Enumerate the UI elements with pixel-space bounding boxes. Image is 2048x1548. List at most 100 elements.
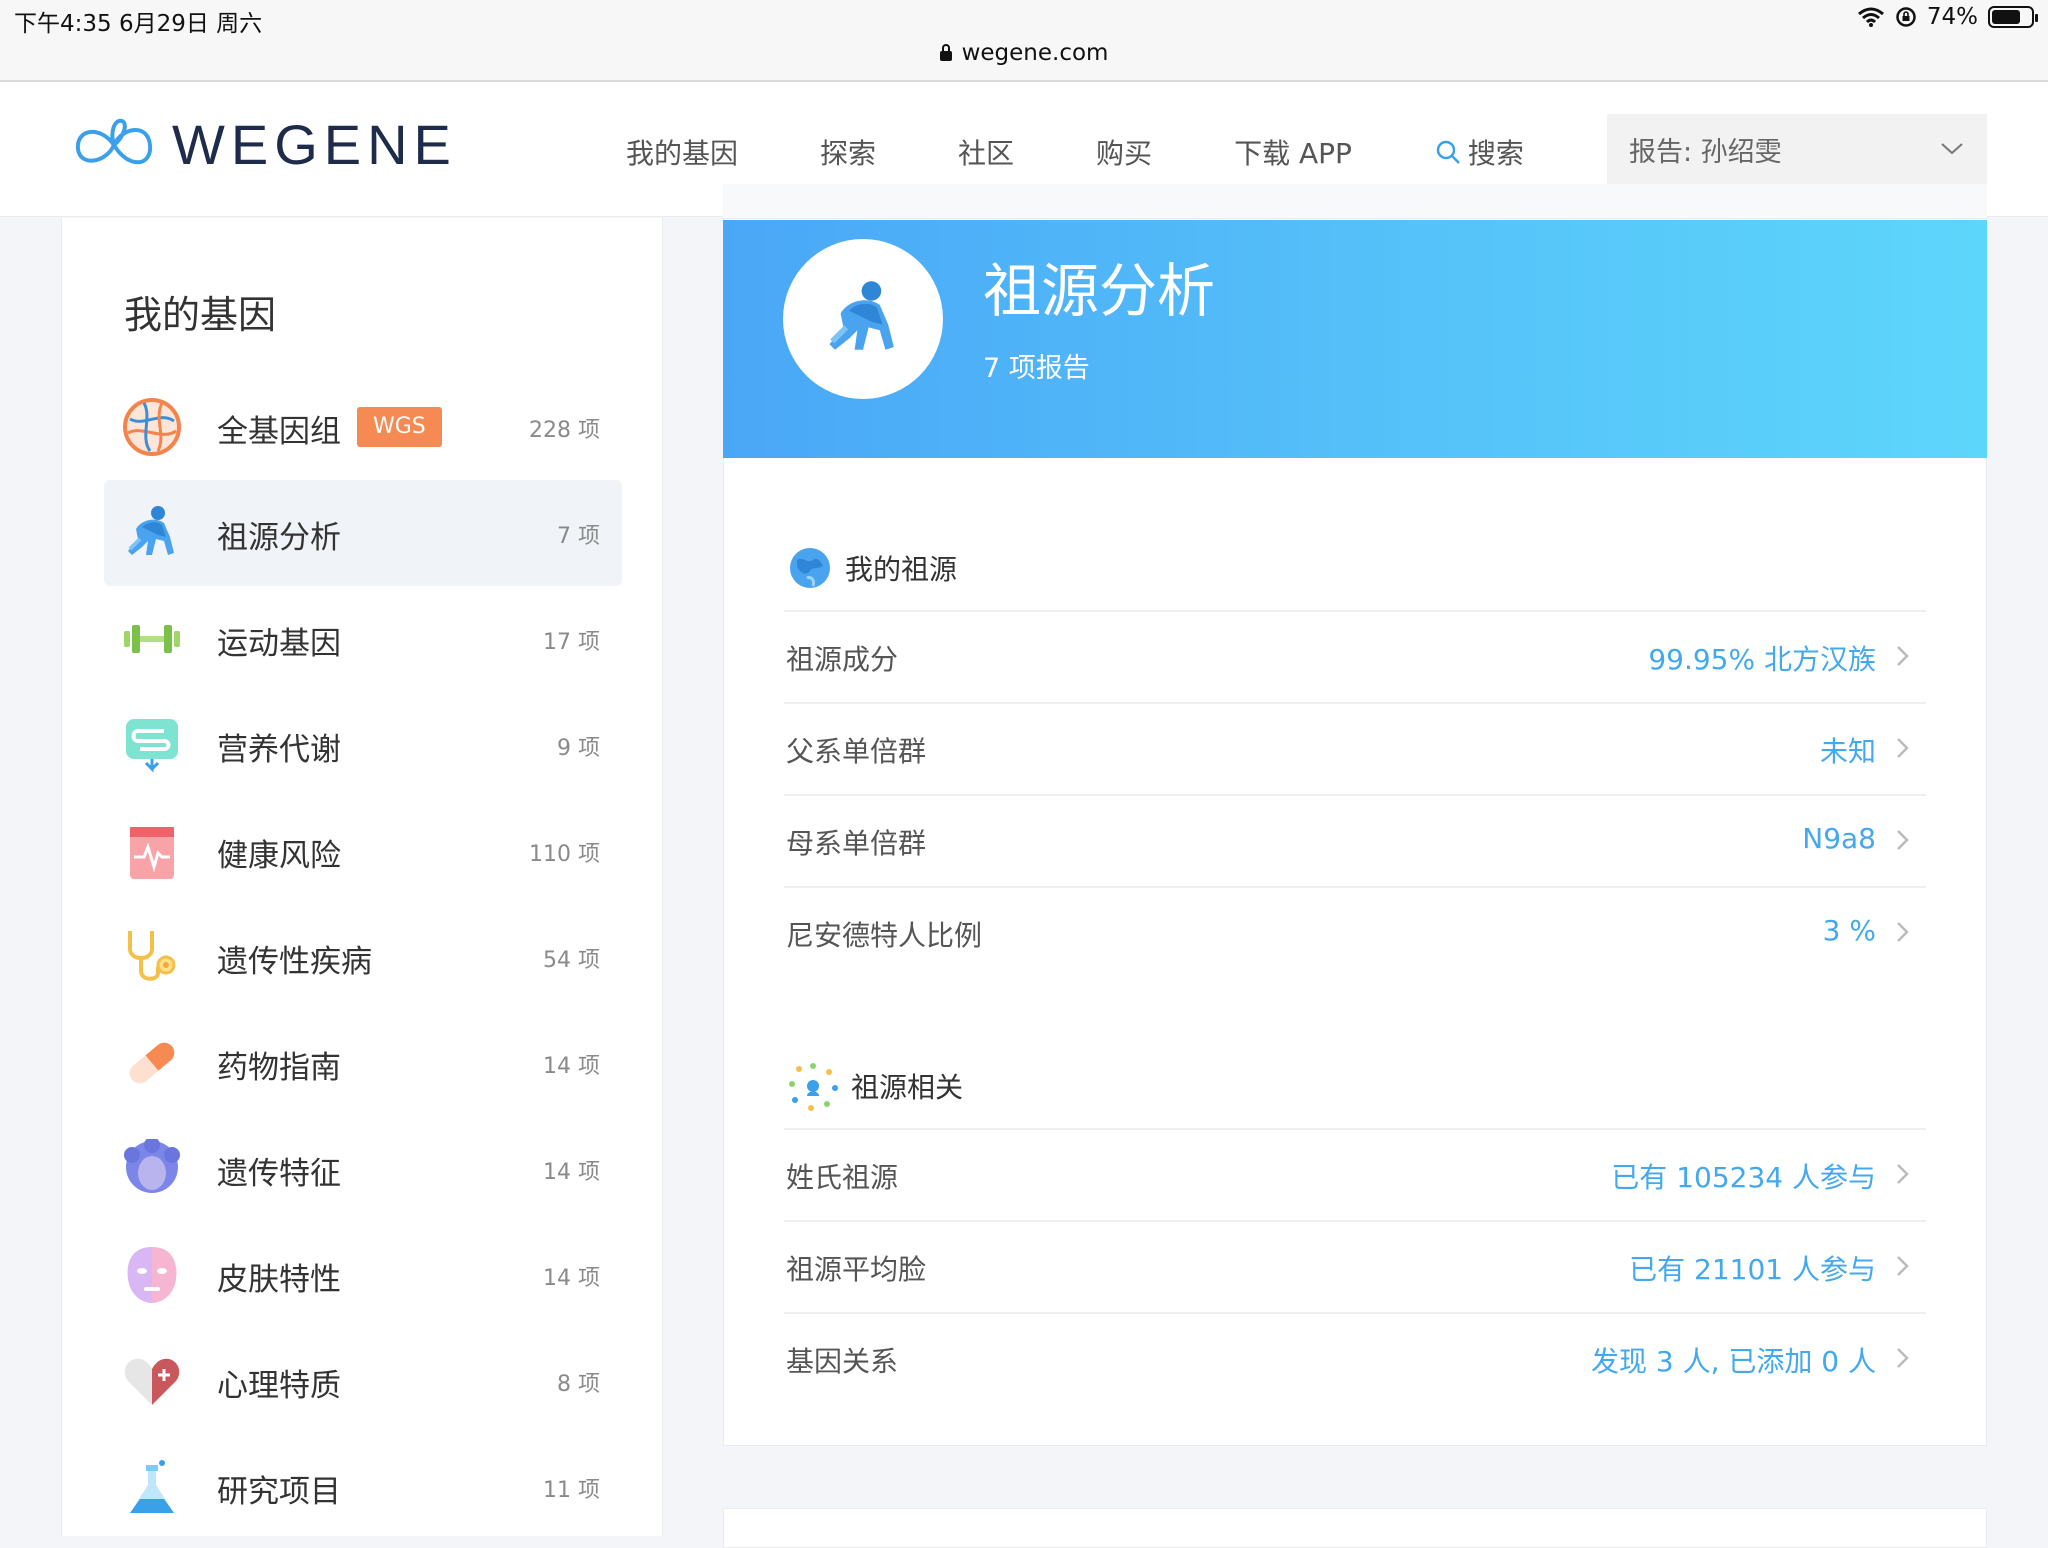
address-bar[interactable]: wegene.com	[0, 40, 2048, 66]
sidebar-item-label: 遗传特征	[217, 1156, 341, 1192]
sidebar-item-count: 14 项	[543, 1160, 600, 1185]
curly-hair-icon	[124, 1139, 180, 1193]
network-icon	[789, 1063, 838, 1111]
logo-text: WEGENE	[172, 113, 457, 176]
section-my-ancestry-header: 我的祖源	[787, 542, 957, 594]
chevron-right-icon	[1897, 1256, 1909, 1276]
sidebar-item-count: 228 项	[529, 418, 600, 443]
ancestry-banner: 祖源分析 7 项报告	[723, 220, 1987, 458]
row-label: 父系单倍群	[786, 735, 927, 768]
row-surname-ancestry[interactable]: 姓氏祖源 已有 105234 人参与	[784, 1128, 1926, 1219]
row-value: 3 %	[1822, 914, 1876, 947]
sidebar-item-sport[interactable]: 运动基因 17 项	[104, 586, 622, 692]
sidebar-item-label: 心理特质	[217, 1368, 341, 1404]
nav-my-genes[interactable]: 我的基因	[626, 132, 738, 172]
sidebar-item-psychology[interactable]: 心理特质 8 项	[104, 1328, 622, 1434]
row-genetic-relatives[interactable]: 基因关系 发现 3 人, 已添加 0 人	[784, 1312, 1926, 1403]
wgs-badge: WGS	[357, 407, 442, 447]
face-mask-icon	[127, 1247, 177, 1303]
row-value: 发现 3 人, 已添加 0 人	[1590, 1345, 1876, 1378]
stethoscope-icon	[128, 931, 176, 981]
sidebar-item-count: 9 项	[557, 736, 600, 761]
row-paternal-haplogroup[interactable]: 父系单倍群 未知	[784, 702, 1926, 793]
sidebar: 我的基因 全基因组 WGS 228 项 祖源分析 7 项 运动基因 17 项 营…	[61, 218, 663, 1536]
search-label: 搜索	[1467, 137, 1524, 170]
sidebar-item-genetic-disease[interactable]: 遗传性疾病 54 项	[104, 904, 622, 1010]
battery-icon	[1988, 6, 2038, 28]
banner-subtitle: 7 项报告	[983, 353, 1090, 384]
search-icon	[1436, 140, 1460, 164]
sidebar-item-count: 110 项	[529, 842, 600, 867]
sidebar-item-count: 14 项	[543, 1054, 600, 1079]
report-select[interactable]: 报告: 孙绍雯	[1607, 114, 1987, 184]
row-value: 未知	[1819, 735, 1876, 768]
dumbbell-icon	[124, 625, 180, 653]
sidebar-item-health-risk[interactable]: 健康风险 110 项	[104, 798, 622, 904]
row-maternal-haplogroup[interactable]: 母系单倍群 N9a8	[784, 794, 1926, 885]
row-label: 母系单倍群	[786, 827, 927, 860]
row-neanderthal-ratio[interactable]: 尼安德特人比例 3 %	[784, 886, 1926, 977]
section-ancestry-related-header: 祖源相关	[787, 1060, 963, 1112]
chevron-right-icon	[1897, 646, 1909, 666]
sidebar-item-count: 7 项	[557, 524, 600, 549]
sidebar-item-count: 8 项	[557, 1372, 600, 1397]
sidebar-item-research[interactable]: 研究项目 11 项	[104, 1434, 622, 1540]
sidebar-item-label: 营养代谢	[217, 732, 341, 768]
battery-percent: 74%	[1926, 4, 1978, 30]
chevron-down-icon	[1941, 143, 1963, 155]
main-top-strip	[723, 184, 1987, 218]
status-bar: 下午4:35 6月29日 周六 74% wegene.com	[0, 0, 2048, 82]
sidebar-item-label: 运动基因	[217, 626, 341, 662]
row-value: 已有 105234 人参与	[1611, 1161, 1876, 1194]
ancestry-ape-icon	[829, 281, 894, 350]
status-time: 下午4:35 6月29日 周六	[14, 11, 263, 37]
row-label: 祖源成分	[786, 643, 899, 676]
row-value: 已有 21101 人参与	[1629, 1253, 1876, 1286]
sidebar-title: 我的基因	[124, 293, 277, 337]
genome-icon	[123, 398, 181, 456]
section-title: 祖源相关	[851, 1071, 964, 1104]
row-value: N9a8	[1802, 822, 1876, 855]
sidebar-item-label: 研究项目	[217, 1474, 341, 1510]
nav-community[interactable]: 社区	[958, 132, 1014, 172]
sidebar-item-drug[interactable]: 药物指南 14 项	[104, 1010, 622, 1116]
sidebar-item-nutrition[interactable]: 营养代谢 9 项	[104, 692, 622, 798]
banner-icon-circle	[783, 239, 943, 399]
nav-search[interactable]: 搜索	[1434, 132, 1524, 172]
sidebar-item-count: 11 项	[543, 1478, 600, 1503]
sidebar-item-label: 皮肤特性	[217, 1262, 341, 1298]
wifi-icon	[1857, 7, 1884, 27]
sidebar-item-ancestry[interactable]: 祖源分析 7 项	[104, 480, 622, 586]
url-text: wegene.com	[961, 40, 1109, 66]
lock-icon	[939, 44, 952, 61]
heart-icon	[124, 1358, 180, 1405]
rotation-lock-icon	[1896, 7, 1916, 27]
sidebar-item-traits[interactable]: 遗传特征 14 项	[104, 1116, 622, 1222]
row-average-face[interactable]: 祖源平均脸 已有 21101 人参与	[784, 1220, 1926, 1311]
row-ancestry-composition[interactable]: 祖源成分 99.95% 北方汉族	[784, 610, 1926, 701]
nutrition-icon	[126, 719, 178, 773]
sidebar-item-label: 全基因组	[217, 414, 341, 450]
chevron-right-icon	[1897, 922, 1909, 942]
sidebar-item-wgs[interactable]: 全基因组 WGS 228 项	[104, 374, 622, 480]
chevron-right-icon	[1897, 1164, 1909, 1184]
wegene-logo-icon	[75, 118, 153, 164]
nav-download-app[interactable]: 下载 APP	[1234, 132, 1352, 172]
logo[interactable]: WEGENE	[70, 112, 457, 177]
row-label: 姓氏祖源	[786, 1161, 899, 1194]
nav-buy[interactable]: 购买	[1096, 132, 1152, 172]
status-indicators: 74%	[1857, 4, 2038, 30]
chevron-right-icon	[1897, 830, 1909, 850]
sidebar-item-label: 祖源分析	[217, 520, 341, 556]
row-label: 尼安德特人比例	[786, 919, 983, 952]
sidebar-item-label: 健康风险	[217, 838, 341, 874]
nav-explore[interactable]: 探索	[820, 132, 876, 172]
sidebar-item-label: 药物指南	[217, 1050, 341, 1086]
section-title: 我的祖源	[845, 553, 958, 586]
row-label: 基因关系	[786, 1345, 899, 1378]
chevron-right-icon	[1897, 1348, 1909, 1368]
banner-title: 祖源分析	[983, 257, 1216, 325]
sidebar-item-skin[interactable]: 皮肤特性 14 项	[104, 1222, 622, 1328]
chevron-right-icon	[1897, 738, 1909, 758]
sidebar-item-count: 54 项	[543, 948, 600, 973]
